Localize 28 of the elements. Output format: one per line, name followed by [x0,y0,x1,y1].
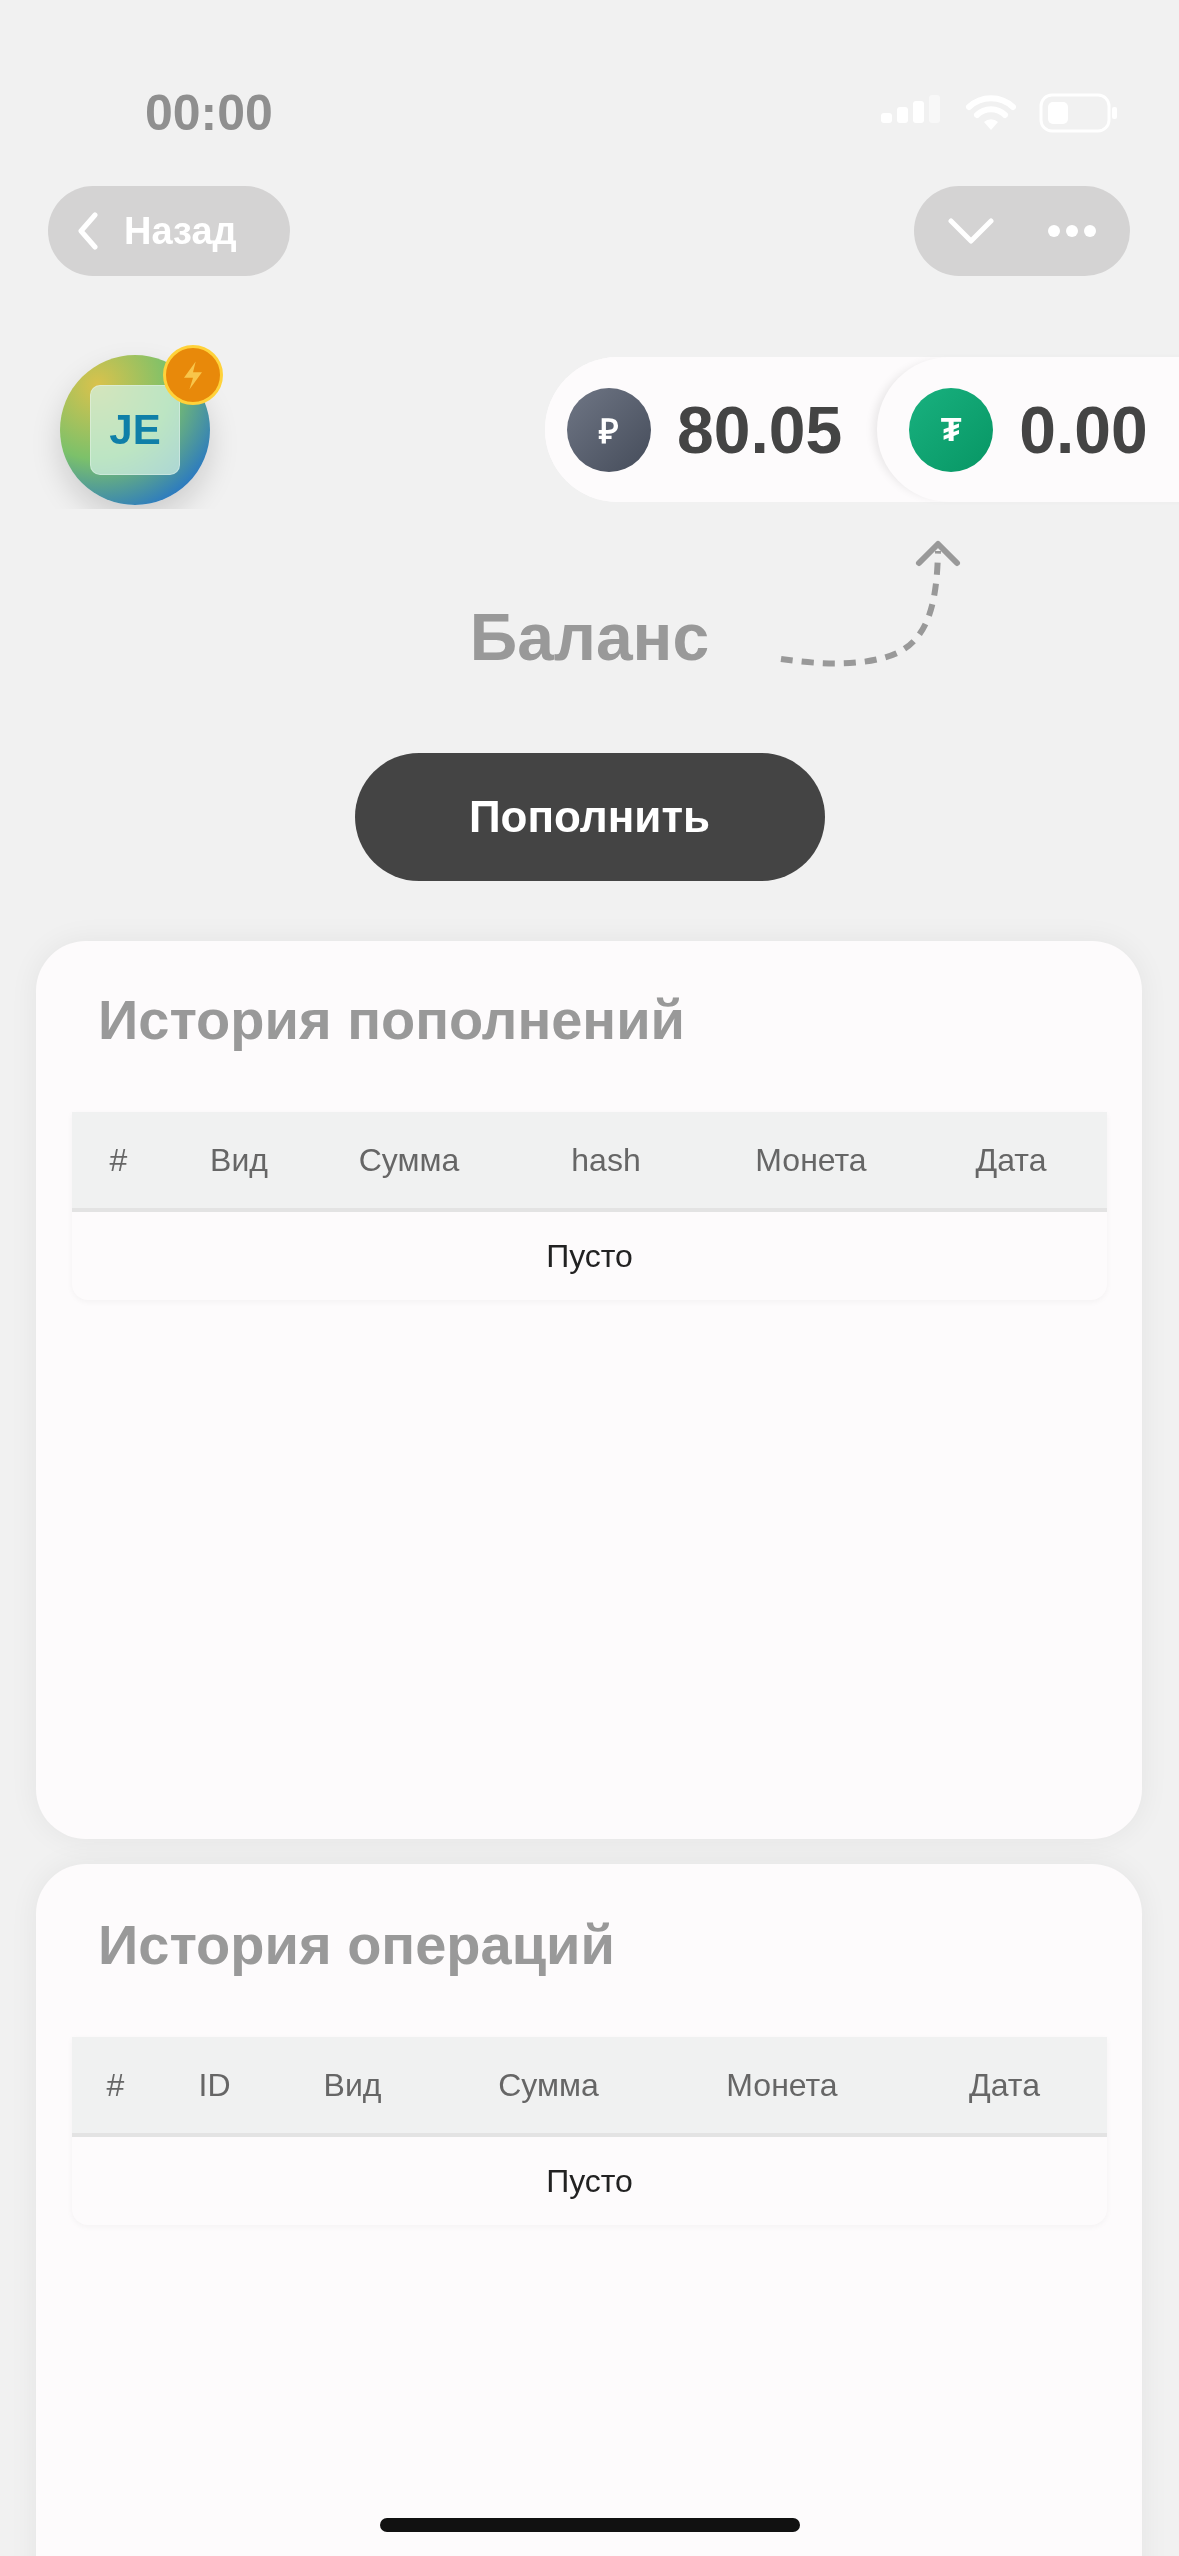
balance-amount: 0.00 [1019,391,1148,468]
column-header: Монета [754,1141,868,1179]
more-icon[interactable] [1048,225,1096,237]
column-header: Вид [322,2066,383,2104]
column-header: ID [197,2066,232,2104]
column-header: # [105,2066,126,2104]
avatar[interactable]: JE [60,354,210,505]
chevron-down-icon[interactable] [948,218,994,244]
empty-message: Пусто [546,2162,633,2200]
card-title: История операций [98,1912,616,1978]
column-header: hash [570,1141,642,1179]
column-header: Сумма [497,2066,600,2104]
coin-icon: ₮ [909,387,994,472]
card-title: История пополнений [98,987,687,1053]
chevron-left-icon [78,212,98,250]
coin-icon: ₽ [567,387,651,472]
column-header: Монета [725,2066,839,2104]
column-header: Сумма [357,1141,461,1179]
column-header: # [108,1141,129,1179]
topup-button[interactable]: Пополнить [354,753,825,881]
avatar-initials: JE [90,384,180,475]
balance-amount: 80.05 [677,391,843,468]
column-header: Дата [974,1141,1048,1179]
empty-message: Пусто [546,1237,633,1275]
column-header: Вид [209,1141,269,1179]
status-time: 00:00 [145,83,273,143]
column-header: Дата [968,2066,1041,2104]
balance-label: Баланс [469,598,710,676]
